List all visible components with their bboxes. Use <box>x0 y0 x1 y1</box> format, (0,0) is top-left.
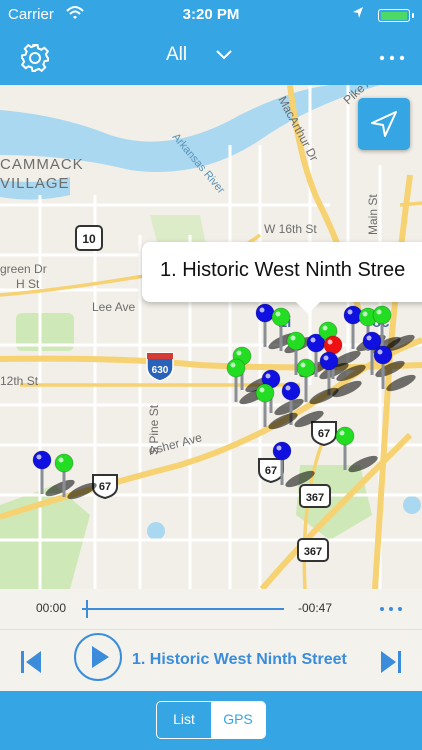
location-arrow-icon <box>353 7 363 18</box>
location-arrow-icon <box>371 111 397 137</box>
green-tour-pin[interactable] <box>271 307 291 327</box>
audio-player: 00:00 -00:47 1. Historic West Ninth Stre… <box>0 589 422 691</box>
pin-highlight <box>36 454 42 460</box>
route-67-shield: 67 <box>92 474 118 500</box>
pin-highlight <box>377 349 383 355</box>
tab-list[interactable]: List <box>157 702 211 738</box>
skip-next-icon[interactable] <box>378 647 404 677</box>
progress-row: 00:00 -00:47 <box>0 589 422 630</box>
ellipsis-icon[interactable] <box>376 601 406 617</box>
pin-highlight <box>275 311 281 317</box>
progress-thumb[interactable] <box>86 600 89 618</box>
callout-pointer <box>296 302 320 314</box>
street-label: Main St <box>366 194 380 235</box>
svg-text:10: 10 <box>82 232 96 246</box>
pin-highlight <box>230 362 236 368</box>
svg-text:67: 67 <box>99 481 111 493</box>
elapsed-time: 00:00 <box>36 601 67 615</box>
play-icon <box>92 646 109 668</box>
bottom-bar: List GPS <box>0 691 422 750</box>
street-label: Lee Ave <box>92 300 135 314</box>
pin-highlight <box>376 309 382 315</box>
area-label: VILLAGE <box>0 175 70 192</box>
green-tour-pin[interactable] <box>255 383 275 403</box>
pin-highlight <box>366 335 372 341</box>
pin-highlight <box>259 387 265 393</box>
route-367-shield: 367 <box>299 484 331 508</box>
street-label: H St <box>16 277 40 291</box>
nav-bar: All <box>0 30 422 85</box>
street-label: green Dr <box>0 262 47 276</box>
pin-highlight <box>310 337 316 343</box>
play-button[interactable] <box>74 633 122 681</box>
pin-highlight <box>300 362 306 368</box>
pin-highlight <box>347 309 353 315</box>
progress-track[interactable] <box>82 608 284 610</box>
callout-title: 1. Historic West Ninth Stree <box>160 259 406 281</box>
red-tour-pin[interactable] <box>323 335 343 355</box>
pin-highlight <box>259 307 265 313</box>
skip-previous-icon[interactable] <box>18 647 44 677</box>
remaining-time: -00:47 <box>298 601 333 615</box>
green-tour-pin[interactable] <box>372 305 392 325</box>
gear-icon[interactable] <box>20 43 50 73</box>
route-67-shield: 67 <box>258 458 284 484</box>
status-bar: Carrier 3:20 PM <box>0 0 422 30</box>
pin-highlight <box>322 325 328 331</box>
street-label: 12th St <box>0 374 39 388</box>
svg-text:367: 367 <box>304 546 322 558</box>
blue-tour-pin[interactable] <box>281 381 301 401</box>
interstate-630-shield: 630 <box>146 352 174 382</box>
svg-text:67: 67 <box>318 428 330 440</box>
pin-highlight <box>58 457 64 463</box>
ellipsis-icon[interactable] <box>374 48 410 68</box>
svg-text:630: 630 <box>152 365 169 376</box>
pin-highlight <box>327 339 333 345</box>
svg-text:367: 367 <box>306 492 324 504</box>
battery-icon <box>378 9 414 22</box>
green-tour-pin[interactable] <box>335 426 355 446</box>
pin-highlight <box>290 335 296 341</box>
green-tour-pin[interactable] <box>226 358 246 378</box>
pin-highlight <box>362 311 368 317</box>
green-tour-pin[interactable] <box>296 358 316 378</box>
green-tour-pin[interactable] <box>54 453 74 473</box>
svg-text:67: 67 <box>265 465 277 477</box>
tab-gps[interactable]: GPS <box>211 702 265 738</box>
route-67-shield: 67 <box>311 421 337 447</box>
blue-tour-pin[interactable] <box>373 345 393 365</box>
now-playing-title[interactable]: 1. Historic West Ninth Street <box>132 651 347 669</box>
area-label: CAMMACK <box>0 156 84 173</box>
map-view[interactable]: MacArthur Dr Pike Ave Arkansas River CAM… <box>0 85 422 589</box>
pin-highlight <box>323 355 329 361</box>
pin-highlight <box>236 350 242 356</box>
green-tour-pin[interactable] <box>286 331 306 351</box>
map-callout[interactable]: 1. Historic West Ninth Stree <box>142 242 422 302</box>
street-label: W 16th St <box>264 222 317 236</box>
filter-title[interactable]: All <box>166 44 187 66</box>
locate-me-button[interactable] <box>358 98 410 150</box>
view-segmented-control: List GPS <box>156 701 266 739</box>
blue-tour-pin[interactable] <box>272 441 292 461</box>
pin-highlight <box>285 385 291 391</box>
blue-tour-pin[interactable] <box>319 351 339 371</box>
route-367-shield: 367 <box>297 538 329 562</box>
pin-highlight <box>276 445 282 451</box>
chevron-down-icon[interactable] <box>214 48 234 62</box>
blue-tour-pin[interactable] <box>255 303 275 323</box>
blue-tour-pin[interactable] <box>32 450 52 470</box>
pin-highlight <box>265 373 271 379</box>
map-canvas: MacArthur Dr Pike Ave Arkansas River CAM… <box>0 85 422 589</box>
pin-highlight <box>339 430 345 436</box>
route-10-shield: 10 <box>75 225 103 251</box>
